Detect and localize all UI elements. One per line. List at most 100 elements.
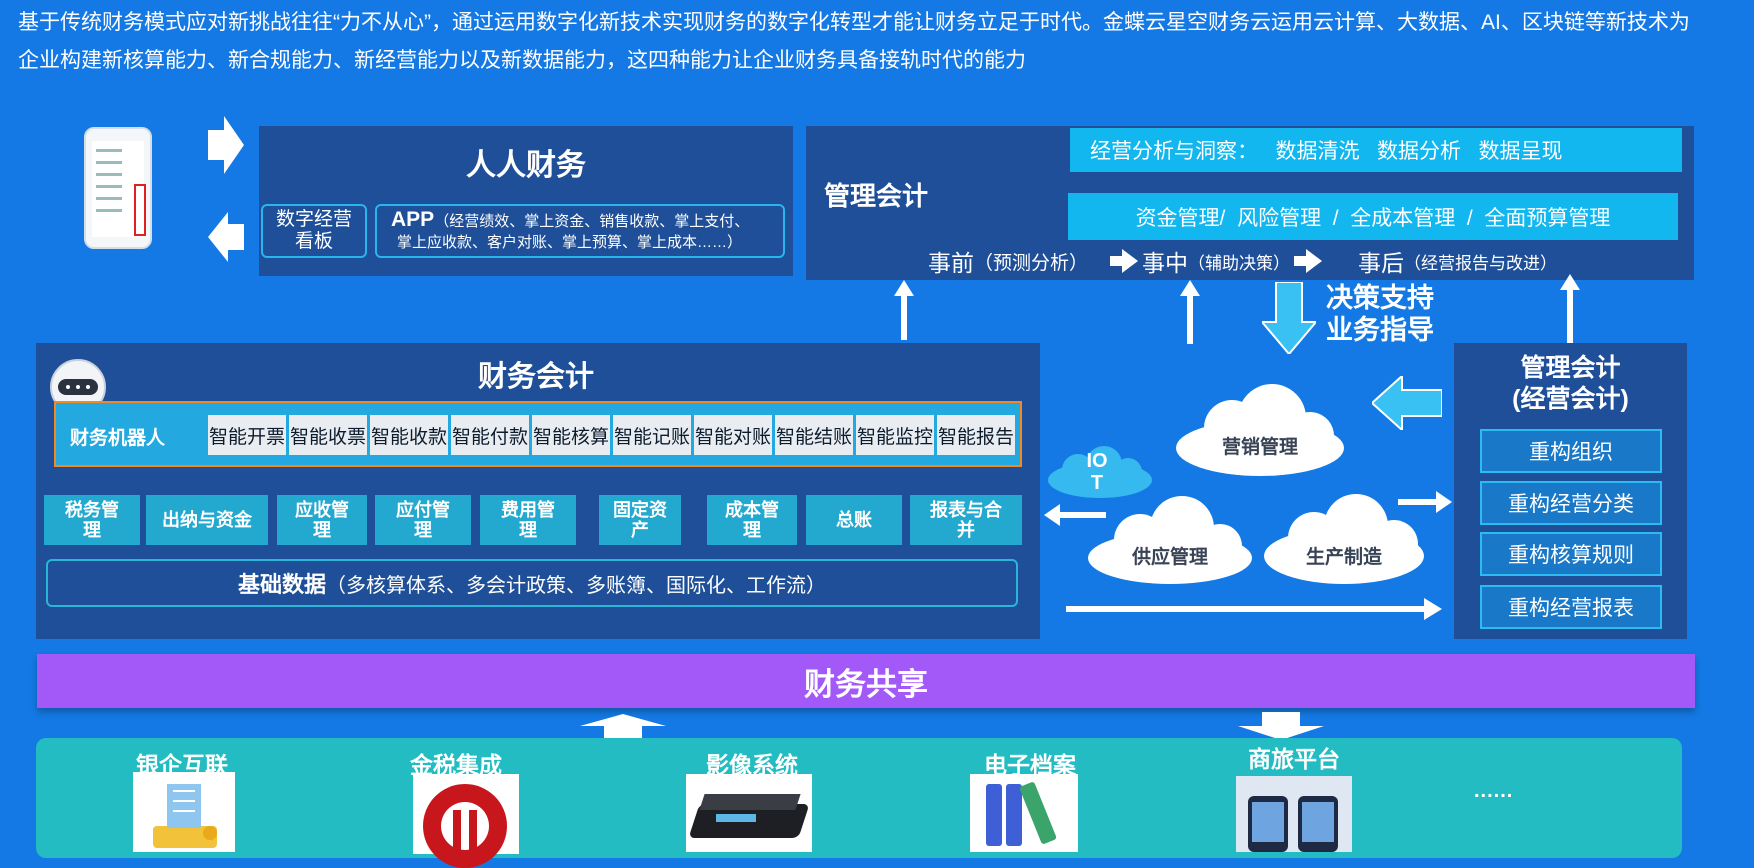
phase-during: 事中 [1142,250,1189,276]
mgmt-ops-item-label: 重构组织 [1529,441,1613,464]
arrow-right-icon [1066,598,1442,620]
phase-after-sub: （经营报告与改进） [1404,253,1558,273]
module-item: 报表与合并 [910,495,1022,545]
mgmt-ops-title-2: (经营会计) [1512,385,1629,413]
robot-bar: 财务机器人 智能开票 智能收票 智能收款 智能付款 智能核算 智能记账 智能对账 智能结账 智能… [54,401,1022,467]
mgmt-bar: 资金管理/ 风险管理 / 全成本管理 / 全面预算管理 [1068,193,1678,240]
supply-label: 供应管理 [1131,547,1208,568]
renren-title: 人人财务 [466,149,586,182]
smart-item: 智能结账 [775,415,853,455]
insight-bar: 经营分析与洞察： 数据清洗 数据分析 数据呈现 [1070,128,1682,172]
phase-after: 事后 [1358,250,1405,276]
shared-bar: 财务共享 [37,654,1695,708]
cloud-icon [1088,496,1252,584]
bank-building-icon [133,772,235,852]
arrow-right-icon [1398,491,1452,513]
mgmt-ops-title: 管理会计 (经营会计) [1454,353,1687,415]
module-item: 费用管理 [480,495,576,545]
mgmt-ops-item-label: 重构经营分类 [1508,493,1634,516]
fin-acct-panel: 财务会计 财务机器人 智能开票 智能收票 智能收款 智能付款 智能核算 智能记账 智能对账智… [36,343,1040,639]
marketing-label: 营销管理 [1221,437,1298,458]
module-item: 成本管理 [707,495,797,545]
app-label: APP [391,208,435,231]
mgmt-bar-text: 资金管理/ 风险管理 / 全成本管理 / 全面预算管理 [1135,206,1611,230]
mgmt-ops-panel: 管理会计 (经营会计) 重构组织 重构经营分类 重构核算规则 重构经营报表 [1454,343,1687,639]
arrow-down-icon [1262,282,1316,354]
arrow-up-icon [1180,280,1200,344]
app-detail-1: （经营绩效、掌上资金、销售收款、掌上支付、 [434,213,750,230]
binder-folder-icon [970,774,1078,852]
systems-more: ...... [1474,780,1514,802]
phase-before-sub: （预测分析） [974,252,1089,274]
module-item: 税务管理 [44,495,140,545]
smart-item: 智能监控 [856,415,934,455]
scanner-icon [686,774,812,852]
arrow-left-icon [208,212,244,262]
mgmt-ops-item: 重构经营报表 [1480,585,1662,629]
smart-item: 智能付款 [451,415,529,455]
mgmt-ops-item-label: 重构核算规则 [1508,544,1634,567]
production-label: 生产制造 [1305,547,1382,568]
module-item: 出纳与资金 [146,495,268,545]
base-data-label: 基础数据 [237,572,326,597]
decision-line-2: 业务指导 [1326,315,1434,345]
intro-line-1: 基于传统财务模式应对新挑战往往“力不从心”，通过运用数字化新技术实现财务的数字化… [18,11,1690,34]
app-box: APP（经营绩效、掌上资金、销售收款、掌上支付、 掌上应收款、客户对账、掌上预算… [375,204,785,258]
intro-text: 基于传统财务模式应对新挑战往往“力不从心”，通过运用数字化新技术实现财务的数字化… [18,4,1748,80]
supply-cloud: 供应管理 [1084,496,1256,586]
phase-before: 事前 [928,250,974,276]
iot-label: IOT [1086,450,1108,494]
fin-acct-title: 财务会计 [477,361,594,393]
mgmt-ops-title-1: 管理会计 [1520,354,1621,382]
smart-item: 智能核算 [532,415,610,455]
smart-item: 智能开票 [208,415,286,455]
renren-panel: 人人财务 数字经营看板 APP（经营绩效、掌上资金、销售收款、掌上支付、 掌上应… [259,126,793,276]
phase-during-sub: （辅助决策） [1188,253,1291,273]
module-row: 税务管理 出纳与资金 应收管理 应付管理 费用管理 固定资产 成本管理 总账 报表与合并 [44,495,1024,545]
travel-app-icon [1236,776,1352,852]
intro-line-2: 企业构建新核算能力、新合规能力、新经营能力以及新数据能力，这四种能力让企业财务具… [18,49,1026,72]
arrow-up-icon [894,280,914,340]
arrow-left-icon [1372,376,1442,430]
app-detail-2: 掌上应收款、客户对账、掌上预算、掌上成本……） [397,234,743,251]
mgmt-acct-title: 管理会计 [824,181,929,211]
smart-item: 智能报告 [937,415,1015,455]
smart-item: 智能对账 [694,415,772,455]
smart-item: 智能收票 [289,415,367,455]
system-label: 商旅平台 [1248,746,1340,772]
decision-line-1: 决策支持 [1326,283,1434,313]
arrow-down-icon [1238,712,1324,740]
module-item: 应收管理 [277,495,367,545]
smart-row: 智能开票 智能收票 智能收款 智能付款 智能核算 智能记账 智能对账 智能结账 智能监控 智能报告 [208,415,1015,455]
tax-emblem-icon [413,774,519,868]
marketing-cloud: 营销管理 [1172,384,1348,478]
cloud-icon [1176,384,1344,476]
systems-panel [36,738,1682,858]
arrow-right-icon [1294,249,1323,273]
shared-title: 财务共享 [804,666,928,702]
base-data-box: 基础数据 （多核算体系、多会计政策、多账簿、国际化、工作流） [46,559,1018,607]
arrow-right-icon [1110,249,1139,273]
mgmt-ops-item: 重构核算规则 [1480,532,1662,576]
base-data-detail: （多核算体系、多会计政策、多账簿、国际化、工作流） [326,574,826,597]
arrow-up-icon [580,714,666,740]
module-item: 固定资产 [599,495,681,545]
dashboard-box: 数字经营看板 [261,204,367,258]
smart-item: 智能记账 [613,415,691,455]
module-item: 总账 [806,495,902,545]
arrow-right-icon [208,116,244,174]
mgmt-ops-item-label: 重构经营报表 [1508,597,1634,620]
smart-item: 智能收款 [370,415,448,455]
mgmt-ops-item: 重构经营分类 [1480,481,1662,525]
arrow-up-icon [1560,274,1580,344]
phase-row: 事前 （预测分析） 事中 （辅助决策） 事后 （经营报告与改进） [928,244,1557,278]
robot-label: 财务机器人 [70,428,166,449]
decision-text: 决策支持 业务指导 [1326,282,1434,346]
dashboard-label: 数字经营看板 [275,209,352,252]
arrow-left-icon [1044,504,1106,526]
module-item: 应付管理 [375,495,471,545]
phone-icon [84,127,152,249]
mgmt-ops-item: 重构组织 [1480,429,1662,473]
mgmt-acct-panel: 管理会计 经营分析与洞察： 数据清洗 数据分析 数据呈现 资金管理/ 风险管理 … [806,126,1694,280]
insight-text: 经营分析与洞察： 数据清洗 数据分析 数据呈现 [1090,140,1563,163]
